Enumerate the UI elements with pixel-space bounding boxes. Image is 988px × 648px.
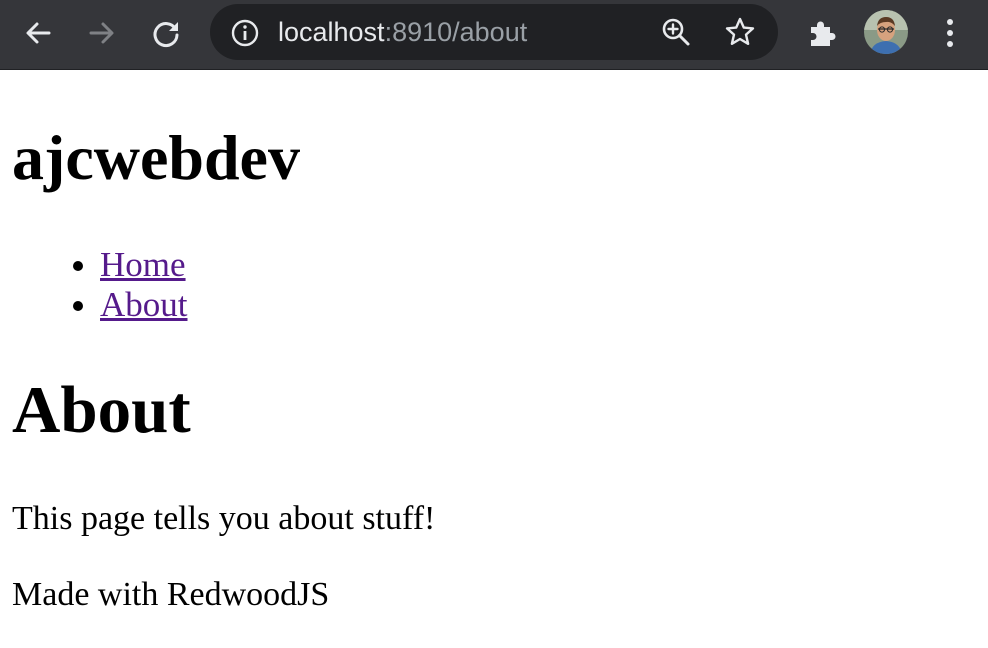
about-link[interactable]: About	[100, 285, 188, 324]
back-arrow-icon	[26, 22, 51, 44]
forward-button[interactable]	[80, 11, 124, 55]
main-nav: Home About	[12, 245, 188, 325]
forward-arrow-icon	[89, 22, 114, 44]
url-host: localhost	[278, 17, 385, 47]
nav-item-about: About	[100, 285, 188, 325]
back-button[interactable]	[16, 11, 60, 55]
home-link[interactable]: Home	[100, 245, 186, 284]
profile-avatar[interactable]	[864, 10, 908, 54]
page-heading: About	[12, 373, 191, 447]
zoom-in-icon[interactable]	[660, 16, 692, 48]
site-info-icon[interactable]	[230, 18, 260, 48]
reload-button[interactable]	[144, 11, 188, 55]
bookmark-star-icon[interactable]	[724, 16, 756, 48]
reload-icon	[153, 22, 179, 48]
url-text[interactable]: localhost:8910/about	[278, 4, 527, 60]
address-bar[interactable]: localhost:8910/about	[210, 4, 778, 60]
three-dot-menu-icon	[947, 19, 953, 47]
nav-item-home: Home	[100, 245, 188, 285]
footer-text: Made with RedwoodJS	[12, 576, 330, 613]
puzzle-piece-icon	[811, 21, 836, 46]
url-path: :8910/about	[384, 17, 528, 47]
site-title: ajcwebdev	[12, 122, 300, 193]
browser-menu-button[interactable]	[928, 11, 972, 55]
extensions-button[interactable]	[800, 11, 844, 55]
browser-toolbar: localhost:8910/about	[0, 0, 988, 70]
page-description: This page tells you about stuff!	[12, 500, 436, 537]
profile-photo	[864, 10, 908, 54]
